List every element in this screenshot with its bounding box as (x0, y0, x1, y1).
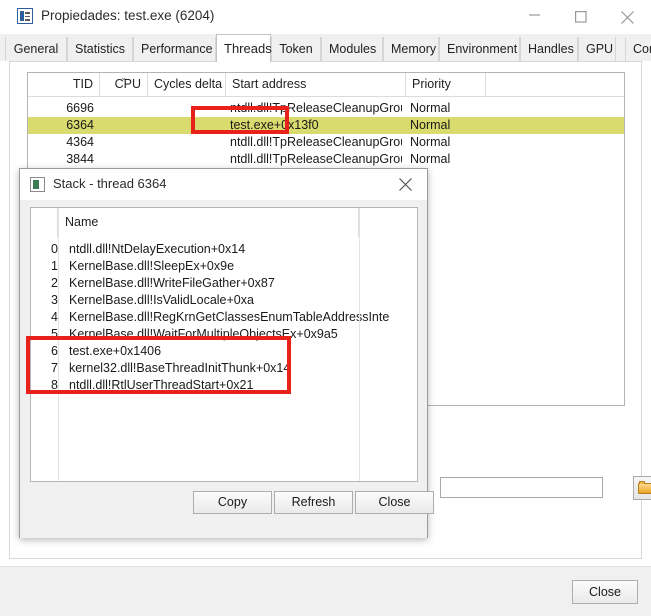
frame-name: KernelBase.dll!WriteFileGather+0x87 (69, 276, 275, 290)
chevron-up-icon: ⌄ (120, 72, 128, 82)
threads-column-header-tid[interactable]: TID (28, 73, 100, 96)
frame-name: KernelBase.dll!RegKrnGetClassesEnumTable… (69, 310, 389, 324)
threads-column-header-start-address[interactable]: Start address (226, 73, 406, 96)
threads-column-header-extra[interactable] (486, 73, 624, 96)
stack-dialog-buttons: Copy Refresh Close (20, 491, 434, 531)
cell-cycles-delta (148, 100, 220, 117)
cell-start-address: test.exe+0x13f0 (230, 118, 319, 132)
frame-index: 0 (51, 242, 58, 256)
tab-threads[interactable]: Threads (216, 34, 272, 62)
table-row[interactable]: 6364 test.exe+0x13f0 Normal (28, 117, 624, 134)
refresh-button[interactable]: Refresh (274, 491, 353, 514)
tab-environment[interactable]: Environment (439, 37, 520, 61)
tab-handles[interactable]: Handles (520, 37, 578, 61)
cell-tid: 6364 (66, 118, 94, 132)
cell-tid: 3844 (66, 152, 94, 166)
column-divider (58, 208, 59, 481)
threads-column-header-cycles-delta[interactable]: Cycles delta (148, 73, 226, 96)
stack-close-button[interactable]: Close (355, 491, 434, 514)
cell-priority: Normal (410, 101, 451, 115)
frame-name: ntdll.dll!RtlUserThreadStart+0x21 (69, 378, 254, 392)
cell-priority: Normal (410, 152, 451, 166)
cell-tid: 4364 (66, 135, 94, 149)
stack-dialog-titlebar: Stack - thread 6364 (20, 169, 427, 200)
cell-start-address: ntdll.dll!TpReleaseCleanupGroup... (230, 135, 402, 149)
cell-cpu (100, 134, 142, 151)
tab-performance[interactable]: Performance (133, 37, 216, 61)
frame-index: 5 (51, 327, 58, 341)
stack-index-column-header[interactable] (31, 208, 58, 237)
close-button[interactable]: Close (572, 580, 638, 604)
table-row[interactable]: 3844 ntdll.dll!TpReleaseCleanupGroup... No… (28, 151, 624, 168)
cell-cpu (100, 151, 142, 168)
search-input[interactable] (440, 477, 603, 498)
frame-index: 8 (51, 378, 58, 392)
tab-comment[interactable]: Comment (625, 37, 651, 61)
frame-name: kernel32.dll!BaseThreadInitThunk+0x14 (69, 361, 291, 375)
cell-cycles-delta (148, 151, 220, 168)
cell-start-address: ntdll.dll!TpReleaseCleanupGroup... (230, 152, 402, 166)
column-divider (359, 208, 360, 481)
stack-dialog: Stack - thread 6364 Name 0 ntdll.dll!NtDe… (19, 168, 434, 538)
cell-cycles-delta (148, 134, 220, 151)
stack-dialog-title: Stack - thread 6364 (53, 176, 167, 191)
frame-name: test.exe+0x1406 (69, 344, 162, 358)
stack-window-icon (30, 177, 45, 192)
stack-name-column-header[interactable]: Name (58, 208, 359, 237)
tab-statistics[interactable]: Statistics (67, 37, 133, 61)
dialog-bottom-bar: Close (0, 566, 651, 616)
folder-icon[interactable] (633, 476, 651, 500)
cell-cycles-delta (148, 117, 220, 134)
frame-index: 4 (51, 310, 58, 324)
threads-list-header: TID CPU Cycles delta Start address Priority (28, 73, 624, 97)
stack-extra-column-header[interactable] (359, 208, 417, 237)
cell-priority: Normal (410, 135, 451, 149)
frame-name: KernelBase.dll!SleepEx+0x9e (69, 259, 235, 273)
tab-gpu[interactable]: GPU (578, 37, 616, 61)
cell-tid: 6696 (66, 101, 94, 115)
close-icon[interactable] (605, 0, 651, 30)
frame-name: KernelBase.dll!WaitForMultipleObjectsEx+… (69, 327, 338, 341)
window-title: Propiedades: test.exe (6204) (41, 8, 215, 23)
frame-index: 3 (51, 293, 58, 307)
tab-modules[interactable]: Modules (321, 37, 383, 61)
frame-name: KernelBase.dll!IsValidLocale+0xa (69, 293, 254, 307)
frame-index: 7 (51, 361, 58, 375)
cell-priority: Normal (410, 118, 451, 132)
stack-frames-listview[interactable]: Name 0 ntdll.dll!NtDelayExecution+0x14 1 Ke… (30, 207, 418, 482)
table-row[interactable]: 6696 ntdll.dll!TpReleaseCleanupGroup... No… (28, 100, 624, 117)
tab-general[interactable]: General (5, 37, 67, 61)
cell-cpu (100, 117, 142, 134)
table-row[interactable]: 4364 ntdll.dll!TpReleaseCleanupGroup... No… (28, 134, 624, 151)
close-icon[interactable] (385, 169, 427, 197)
frame-name: ntdll.dll!NtDelayExecution+0x14 (69, 242, 246, 256)
copy-button[interactable]: Copy (193, 491, 272, 514)
maximize-button[interactable] (559, 0, 605, 30)
cell-cpu (100, 100, 142, 117)
frame-index: 6 (51, 344, 58, 358)
minimize-button[interactable] (513, 0, 559, 30)
window-titlebar: Propiedades: test.exe (6204) (0, 0, 651, 34)
cell-start-address: ntdll.dll!TpReleaseCleanupGroup... (230, 101, 402, 115)
threads-column-header-priority[interactable]: Priority (406, 73, 486, 96)
frame-index: 1 (51, 259, 58, 273)
frame-index: 2 (51, 276, 58, 290)
tab-memory[interactable]: Memory (383, 37, 439, 61)
properties-icon (17, 8, 33, 24)
tab-strip: General Statistics Performance Threads Token… (0, 34, 651, 62)
tab-token[interactable]: Token (271, 37, 321, 61)
stack-dialog-body: Name 0 ntdll.dll!NtDelayExecution+0x14 1 Ke… (20, 200, 434, 538)
